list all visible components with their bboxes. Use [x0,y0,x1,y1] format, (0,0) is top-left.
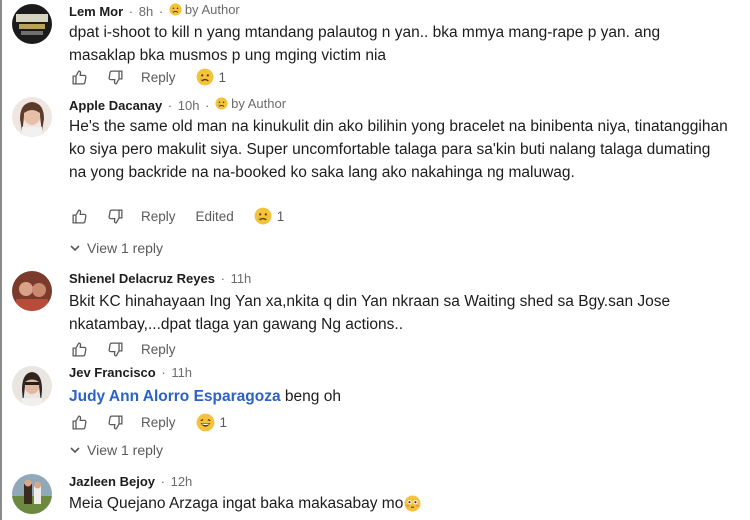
like-icon[interactable] [69,412,89,432]
chevron-down-icon [70,245,80,252]
reply-button[interactable]: Reply [141,415,176,430]
timestamp[interactable]: 12h [171,474,193,489]
sad-face-icon [254,207,272,225]
comment-actions: Reply Edited 1 [69,206,284,226]
dislike-icon[interactable] [105,412,125,432]
reaction-count[interactable]: 1 [196,68,226,86]
comment-text-content: Meia Quejano Arzaga ingat baka makasabay… [69,495,404,512]
dislike-icon[interactable] [105,206,125,226]
timestamp[interactable]: 8h [139,4,153,19]
comment-meta: Jev Francisco · 11h [69,365,193,380]
comment-meta: Jazleen Bejoy · 12h [69,474,193,489]
mention-link[interactable]: Judy Ann Alorro Esparagoza [69,388,281,405]
like-icon[interactable] [69,67,89,87]
like-icon[interactable] [69,206,89,226]
comment-text: Bkit KC hinahayaan Ing Yan xa,nkita q di… [69,293,671,333]
reply-button[interactable]: Reply [141,70,176,85]
comment-meta: Apple Dacanay · 10h · by Author [69,96,287,113]
sad-face-icon [215,97,228,110]
left-frame-border [0,0,2,520]
laughing-face-icon [196,413,214,431]
timestamp[interactable]: 11h [171,365,192,380]
author-name[interactable]: Shienel Delacruz Reyes [69,271,215,286]
edited-label: Edited [195,208,234,224]
avatar[interactable] [12,97,52,137]
timestamp[interactable]: 10h [178,98,200,113]
comment-text-content: beng oh [284,388,341,405]
comment-actions: Reply 1 [69,412,227,432]
timestamp[interactable]: 11h [231,271,252,286]
by-author-badge: by Author [215,96,286,111]
avatar[interactable] [12,4,52,44]
comment-meta: Lem Mor · 8h · by Author [69,2,240,19]
comment-text: Judy Ann Alorro Esparagoza beng oh [69,385,729,408]
comment-actions: Reply 1 [69,67,226,87]
chevron-down-icon [70,447,80,454]
comment-text: He's the same old man na kinukulit din a… [69,118,728,181]
view-replies-button[interactable]: View 1 reply [69,442,163,458]
by-author-badge: by Author [169,2,240,17]
author-name[interactable]: Apple Dacanay [69,98,162,113]
comment-text: Meia Quejano Arzaga ingat baka makasabay… [69,492,729,515]
comment-text: dpat i-shoot to kill n yang mtandang pal… [69,24,661,64]
flushed-face-icon [404,495,421,512]
avatar[interactable] [12,474,52,514]
comment-meta: Shienel Delacruz Reyes · 11h [69,271,252,286]
author-name[interactable]: Jev Francisco [69,365,156,380]
author-name[interactable]: Jazleen Bejoy [69,474,155,489]
dislike-icon[interactable] [105,67,125,87]
dislike-icon[interactable] [105,339,125,359]
comment-actions: Reply [69,339,196,359]
sad-face-icon [169,3,182,16]
reaction-count[interactable]: 1 [196,413,227,432]
sad-face-icon [196,68,213,86]
author-name[interactable]: Lem Mor [69,4,123,19]
avatar[interactable] [12,366,52,406]
like-icon[interactable] [69,339,89,359]
reply-button[interactable]: Reply [141,209,176,224]
avatar[interactable] [12,271,52,311]
view-replies-button[interactable]: View 1 reply [69,240,163,256]
reaction-count[interactable]: 1 [254,207,284,225]
reply-button[interactable]: Reply [141,342,176,357]
